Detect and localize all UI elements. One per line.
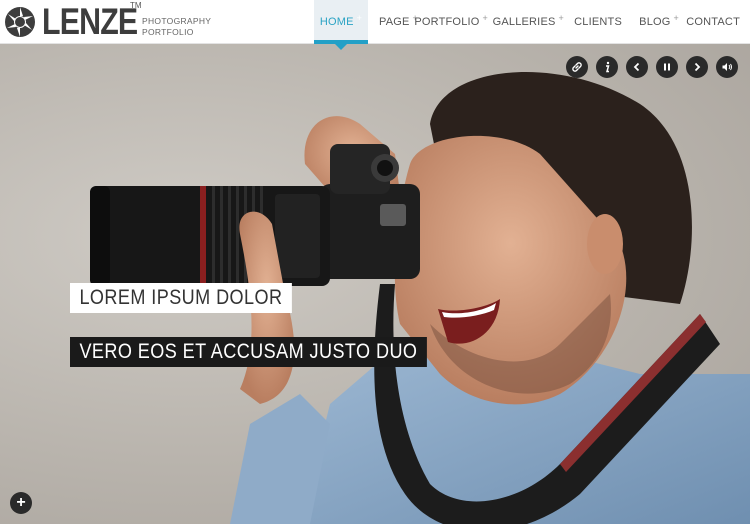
expand-plus-icon[interactable]: + [10,492,32,514]
info-icon[interactable] [596,56,618,78]
link-icon[interactable] [566,56,588,78]
nav-label: HOME [319,16,354,28]
nav-item-home[interactable]: HOME + [314,0,368,50]
nav-label: PAGE [378,16,410,28]
nav-label: CLIENTS [574,16,622,28]
nav-item-clients[interactable]: CLIENTS [564,0,622,44]
next-icon[interactable] [686,56,708,78]
nav-item-galleries[interactable]: GALLERIES + [488,0,564,44]
hero-slider: LOREM IPSUM DOLOR VERO EOS ET ACCUSAM JU… [0,44,750,524]
pause-icon[interactable] [656,56,678,78]
nav-label: BLOG [639,16,671,28]
site-tagline: PHOTOGRAPHY PORTFOLIO [142,16,211,38]
nav-label: CONTACT [686,16,740,28]
slide-caption-secondary: VERO EOS ET ACCUSAM JUSTO DUO [70,337,427,367]
slide-caption-primary: LOREM IPSUM DOLOR [70,283,292,313]
site-header: LENZE TM PHOTOGRAPHY PORTFOLIO HOME + PA… [0,0,750,50]
tagline-line-1: PHOTOGRAPHY [142,16,212,26]
tagline-line-2: PORTFOLIO [142,27,194,37]
slider-controls [566,56,738,78]
nav-label: PORTFOLIO [414,16,480,28]
prev-icon[interactable] [626,56,648,78]
nav-item-portfolio[interactable]: PORTFOLIO + [414,0,488,44]
logo-text: LENZE [42,1,138,42]
nav-label: GALLERIES [492,16,556,28]
main-navigation: HOME + PAGE + PORTFOLIO + GALLERIES + CL… [314,0,740,50]
nav-item-contact[interactable]: CONTACT [679,0,740,44]
nav-item-page[interactable]: PAGE + [368,0,418,44]
aperture-logo-icon [5,7,35,37]
submenu-plus-icon: + [356,13,363,23]
trademark-mark: TM [130,1,142,10]
volume-icon[interactable] [716,56,738,78]
nav-item-blog[interactable]: BLOG + [622,0,679,44]
